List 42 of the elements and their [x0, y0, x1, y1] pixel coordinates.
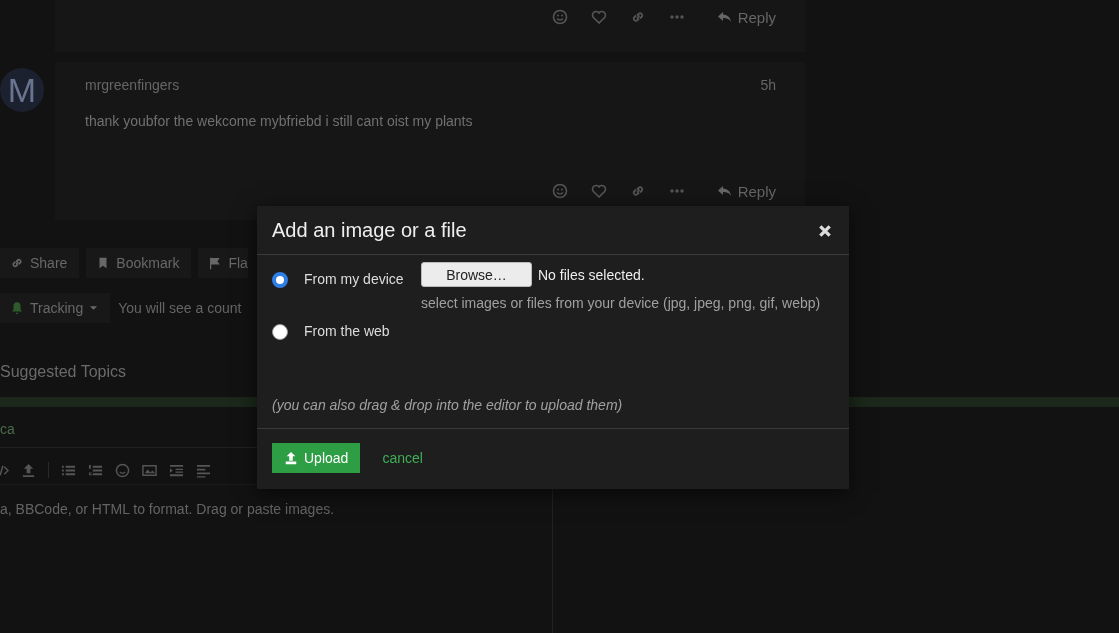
composer-grip-bar[interactable]	[849, 397, 1119, 407]
option-label[interactable]: From my device	[304, 270, 421, 288]
image-icon[interactable]	[142, 462, 157, 478]
avatar[interactable]: M	[0, 68, 44, 112]
post-text: thank youbfor the wekcome mybfriebd i still cant oist my plants	[85, 113, 474, 129]
caret-icon	[89, 305, 99, 311]
drag-drop-note: (you can also drag & drop into the editor to upload them)	[272, 397, 623, 413]
smiley-icon[interactable]	[551, 183, 568, 199]
reply-button[interactable]: Reply	[715, 8, 776, 26]
topic-button[interactable]: Bookmark	[86, 248, 192, 278]
radio-button[interactable]	[272, 324, 288, 340]
flag-icon	[208, 256, 223, 270]
dialog-title: Add an image or a file	[272, 218, 467, 242]
upload-icon[interactable]	[21, 462, 36, 478]
align-left-icon[interactable]	[196, 462, 211, 478]
close-icon[interactable]	[817, 223, 833, 239]
option-label[interactable]: From the web	[304, 322, 421, 340]
composer-grip-bar[interactable]	[0, 397, 257, 407]
editor-field[interactable]: a, BBCode, or HTML to format. Drag or paste images.	[0, 485, 552, 633]
topic-button[interactable]: Share	[0, 248, 80, 278]
heart-icon[interactable]	[590, 9, 607, 25]
notification-description: You will see a count	[118, 300, 242, 316]
post-time[interactable]: 5h	[760, 77, 776, 93]
username[interactable]: mrgreenfingers	[85, 77, 180, 93]
smiley-icon[interactable]	[115, 462, 130, 478]
link-icon	[10, 256, 24, 270]
file-hint: select images or files from your device (jpg, jpeg, png, gif, webp)	[421, 295, 821, 311]
heart-icon[interactable]	[590, 183, 607, 199]
smiley-icon[interactable]	[551, 9, 568, 25]
tracking-button[interactable]: Tracking	[0, 293, 111, 323]
topic-button[interactable]: Fla	[198, 248, 248, 278]
indent-icon[interactable]	[169, 462, 184, 478]
upload-button[interactable]: Upload	[272, 443, 361, 473]
file-status: No files selected.	[538, 266, 645, 283]
bell-icon	[10, 301, 24, 315]
reply-button[interactable]: Reply	[715, 182, 776, 200]
browse-button[interactable]: Browse…	[421, 262, 532, 287]
upload-icon	[284, 451, 298, 465]
section-heading: Suggested Topics	[0, 363, 127, 382]
numbered-list-icon[interactable]	[88, 462, 103, 478]
radio-button[interactable]	[272, 272, 288, 288]
cancel-link[interactable]: cancel	[382, 450, 423, 466]
